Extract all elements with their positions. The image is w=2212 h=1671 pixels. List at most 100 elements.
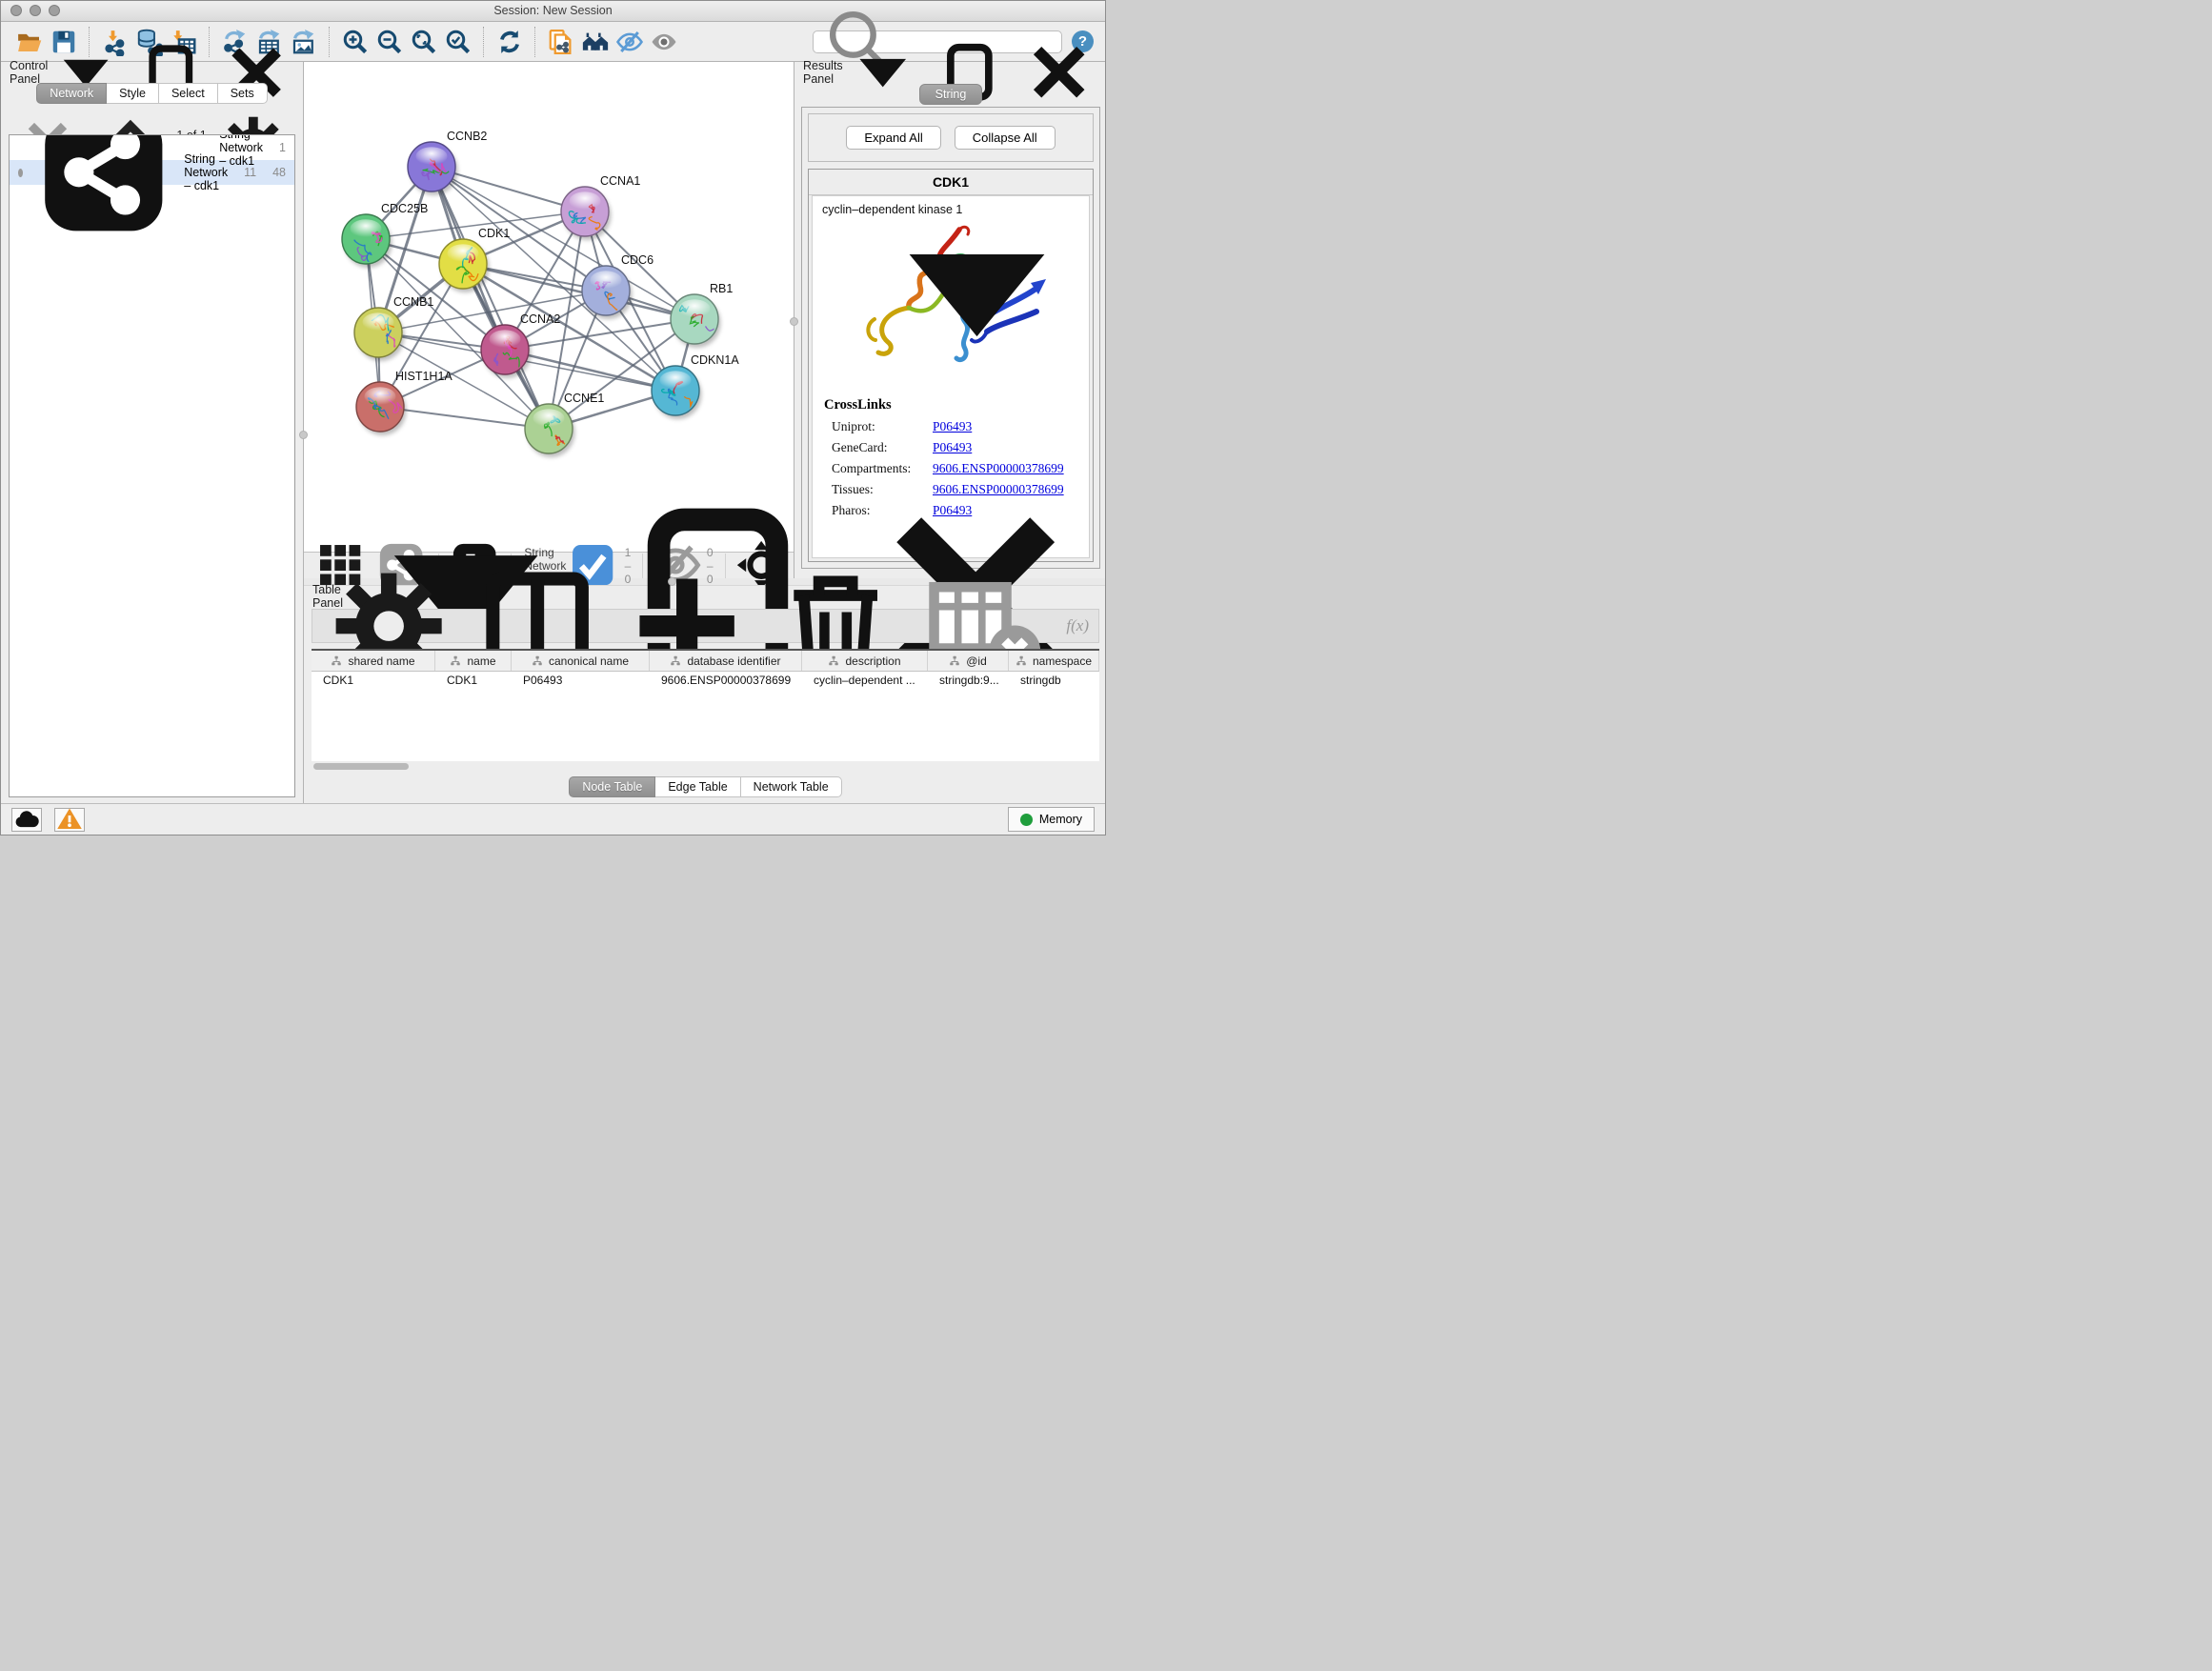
column-label: @id bbox=[966, 654, 987, 668]
tab-network[interactable]: Network bbox=[36, 83, 107, 104]
status-bar: Memory bbox=[1, 803, 1105, 835]
memory-label: Memory bbox=[1039, 813, 1082, 826]
table-cell: cyclin–dependent ... bbox=[802, 672, 928, 690]
cloud-icon bbox=[12, 805, 41, 834]
node-label-CCNB2: CCNB2 bbox=[447, 130, 487, 143]
scrollbar-thumb[interactable] bbox=[313, 763, 409, 770]
column-header-namespace[interactable]: namespace bbox=[1009, 651, 1099, 671]
network-node-CDK1[interactable]: CDK1 bbox=[439, 227, 510, 292]
zoom-selected-icon[interactable] bbox=[444, 28, 473, 56]
close-window-button[interactable] bbox=[10, 5, 22, 16]
node-label-CDC25B: CDC25B bbox=[381, 202, 428, 215]
collapse-entry-icon[interactable] bbox=[861, 177, 1093, 409]
tab-select[interactable]: Select bbox=[159, 83, 218, 104]
node-label-CDC6: CDC6 bbox=[621, 253, 654, 267]
column-header-name[interactable]: name bbox=[435, 651, 512, 671]
column-header-id[interactable]: @id bbox=[928, 651, 1009, 671]
network-node-CCNA1[interactable]: CCNA1 bbox=[561, 174, 640, 240]
application-window: Session: New Session ? Control Panel Net… bbox=[0, 0, 1106, 836]
warnings-button[interactable] bbox=[54, 808, 85, 832]
tab-style[interactable]: Style bbox=[107, 83, 159, 104]
column-type-icon bbox=[670, 655, 681, 667]
refresh-layout-icon[interactable] bbox=[495, 28, 524, 56]
column-type-icon bbox=[331, 655, 342, 667]
node-label-CCNA2: CCNA2 bbox=[520, 312, 560, 326]
network-node-HIST1H1A[interactable]: HIST1H1A bbox=[356, 370, 452, 435]
column-label: database identifier bbox=[687, 654, 780, 668]
node-label-HIST1H1A: HIST1H1A bbox=[395, 370, 452, 383]
crosslink-link[interactable]: P06493 bbox=[933, 440, 972, 455]
table-panel: Table Panel f(x) shared namenamecanonica… bbox=[304, 585, 1106, 805]
table-row[interactable]: CDK1CDK1P064939606.ENSP00000378699cyclin… bbox=[312, 672, 1099, 690]
results-panel-title: Results Panel bbox=[803, 59, 843, 86]
table-cell: P06493 bbox=[512, 672, 650, 690]
crosslink-row: Uniprot:P06493 bbox=[832, 419, 1077, 434]
node-label-CDKN1A: CDKN1A bbox=[691, 353, 739, 367]
crosslink-label: GeneCard: bbox=[832, 440, 933, 455]
warning-icon bbox=[55, 805, 84, 834]
table-cell: CDK1 bbox=[312, 672, 435, 690]
window-title: Session: New Session bbox=[1, 1, 1105, 21]
current-network-indicator bbox=[18, 169, 23, 177]
expand-all-button[interactable]: Expand All bbox=[846, 126, 940, 150]
collection-count: 1 bbox=[279, 141, 286, 154]
show-details-icon[interactable] bbox=[650, 28, 678, 56]
zoom-in-icon[interactable] bbox=[341, 28, 370, 56]
network-item-label: String Network – cdk1 bbox=[184, 152, 228, 192]
network-node-RB1[interactable]: RB1 bbox=[671, 282, 733, 348]
tab-string[interactable]: String bbox=[919, 84, 983, 105]
cloud-status-button[interactable] bbox=[11, 808, 42, 832]
network-node-CCNB2[interactable]: CCNB2 bbox=[408, 130, 487, 195]
left-splitter-handle[interactable] bbox=[299, 431, 308, 439]
table-cell: 9606.ENSP00000378699 bbox=[650, 672, 802, 690]
control-panel-title: Control Panel bbox=[10, 59, 48, 86]
column-header-description[interactable]: description bbox=[802, 651, 928, 671]
node-label-CCNA1: CCNA1 bbox=[600, 174, 640, 188]
column-label: name bbox=[467, 654, 495, 668]
houses-icon[interactable] bbox=[581, 28, 610, 56]
zoom-window-button[interactable] bbox=[49, 5, 60, 16]
hide-details-icon[interactable] bbox=[615, 28, 644, 56]
bottom-splitter-handle[interactable] bbox=[668, 577, 676, 586]
column-type-icon bbox=[1016, 655, 1027, 667]
window-controls bbox=[10, 5, 60, 16]
table-toolbar: f(x) bbox=[312, 609, 1099, 643]
network-node-CDKN1A[interactable]: CDKN1A bbox=[652, 353, 739, 419]
memory-button[interactable]: Memory bbox=[1008, 807, 1095, 832]
tab-node-table[interactable]: Node Table bbox=[569, 776, 655, 797]
network-tree: String Network – cdk1 1 String Network –… bbox=[9, 134, 295, 797]
collapse-all-button[interactable]: Collapse All bbox=[955, 126, 1056, 150]
titlebar[interactable]: Session: New Session bbox=[1, 1, 1105, 22]
zoom-out-icon[interactable] bbox=[375, 28, 404, 56]
table-cell: CDK1 bbox=[435, 672, 512, 690]
table-horizontal-scrollbar[interactable] bbox=[312, 762, 1099, 771]
column-header-database-identifier[interactable]: database identifier bbox=[650, 651, 802, 671]
edge-count: 48 bbox=[272, 166, 286, 179]
zoom-fit-icon[interactable] bbox=[410, 28, 438, 56]
table-cell: stringdb bbox=[1009, 672, 1099, 690]
open-session-icon[interactable] bbox=[15, 28, 44, 56]
network-node-CDC6[interactable]: CDC6 bbox=[582, 253, 654, 319]
tab-network-table[interactable]: Network Table bbox=[741, 776, 842, 797]
network-node-CCNB1[interactable]: CCNB1 bbox=[354, 295, 433, 361]
control-panel: Control Panel NetworkStyleSelectSets 1 o… bbox=[1, 62, 304, 805]
minimize-window-button[interactable] bbox=[30, 5, 41, 16]
function-builder-icon: f(x) bbox=[1066, 616, 1089, 635]
toolbar-separator bbox=[329, 27, 331, 57]
column-label: description bbox=[845, 654, 900, 668]
column-label: shared name bbox=[348, 654, 414, 668]
tab-edge-table[interactable]: Edge Table bbox=[655, 776, 740, 797]
right-splitter-handle[interactable] bbox=[790, 317, 798, 326]
tab-sets[interactable]: Sets bbox=[218, 83, 268, 104]
column-label: namespace bbox=[1033, 654, 1092, 668]
result-entry-header[interactable]: CDK1 bbox=[809, 170, 1093, 195]
duplicate-network-icon[interactable] bbox=[547, 28, 575, 56]
results-panel-close-icon[interactable] bbox=[1019, 32, 1098, 111]
results-panel-collapse-icon[interactable] bbox=[843, 32, 922, 111]
network-node-CDC25B[interactable]: CDC25B bbox=[342, 202, 428, 268]
crosslink-row: GeneCard:P06493 bbox=[832, 440, 1077, 455]
string-app-icon bbox=[30, 134, 178, 247]
crosslink-link[interactable]: P06493 bbox=[933, 419, 972, 434]
column-header-shared-name[interactable]: shared name bbox=[312, 651, 435, 671]
column-header-canonical-name[interactable]: canonical name bbox=[512, 651, 650, 671]
